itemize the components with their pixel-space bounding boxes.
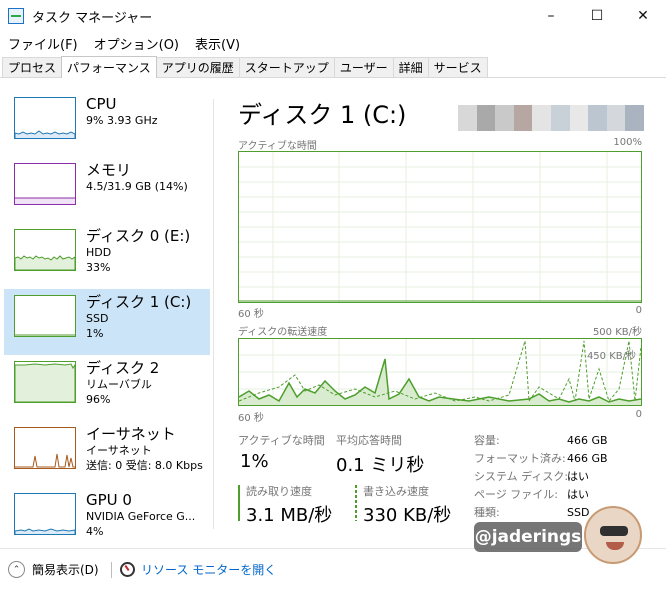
write-speed-indicator [355,485,357,521]
disk-model-blurred [458,105,644,131]
property-capacity: 容量: 466 GB [474,433,608,448]
active-time-graph-max: 100% [613,137,642,148]
transfer-rate-graph-inner-scale: 450 KB/秒 [586,351,636,362]
tab-bar: プロセス パフォーマンス アプリの履歴 スタートアップ ユーザー 詳細 サービス [0,56,666,78]
sidebar-disk1-name: ディスク 1 (C:) [86,293,192,311]
avg-response-time-value: 0.1 ミリ秒 [336,455,425,476]
active-time-value: 1% [240,451,269,472]
sidebar-memory-name: メモリ [86,161,132,179]
open-resource-monitor-link[interactable]: リソース モニターを開く [120,561,276,578]
sidebar-item-disk-2[interactable]: ディスク 2 リムーバブル 96% [4,355,210,421]
disk2-thumbnail-graph [14,361,76,403]
sidebar-disk0-usage: 33% [86,261,111,274]
transfer-rate-graph-x-right: 0 [635,409,642,420]
disk0-thumbnail-graph [14,229,76,271]
sidebar-cpu-name: CPU [86,95,117,113]
transfer-rate-graph [238,338,642,406]
active-time-graph-x-right: 0 [635,305,642,316]
performance-panel: CPU 9% 3.93 GHz メモリ 4.5/31.9 GB (14%) ディ… [0,79,666,547]
task-manager-icon [8,8,24,24]
property-page-file: ページ ファイル: はい [474,488,589,501]
sidebar-item-disk-0[interactable]: ディスク 0 (E:) HDD 33% [4,223,210,289]
disk-title: ディスク 1 (C:) [238,101,407,129]
sidebar-item-cpu[interactable]: CPU 9% 3.93 GHz [4,91,210,157]
sidebar-disk0-type: HDD [86,246,112,259]
disk-detail-pane: ディスク 1 (C:) アクティブな時間 100% 60 秒 0 ディスクの転送… [238,79,644,547]
transfer-rate-graph-label: ディスクの転送速度 [238,327,328,338]
sidebar-cpu-usage: 9% 3.93 GHz [86,114,158,127]
transfer-rate-graph-max: 500 KB/秒 [592,327,642,338]
avg-response-time-label: 平均応答時間 [336,434,402,447]
sidebar-disk1-usage: 1% [86,327,104,340]
active-time-graph [238,151,642,303]
sidebar-disk0-name: ディスク 0 (E:) [86,227,191,245]
cat-mascot-logo [584,506,642,564]
property-formatted: フォーマット済み: 466 GB [474,451,608,466]
resource-sidebar: CPU 9% 3.93 GHz メモリ 4.5/31.9 GB (14%) ディ… [4,91,210,553]
sidebar-item-gpu[interactable]: GPU 0 NVIDIA GeForce G... 4% [4,487,210,553]
watermark: @jaderings [474,506,650,576]
resource-monitor-icon [120,562,135,577]
sidebar-gpu-name: GPU 0 [86,491,132,509]
property-system-disk: システム ディスク: はい [474,470,589,483]
gpu-thumbnail-graph [14,493,76,535]
tab-performance[interactable]: パフォーマンス [61,56,157,78]
sidebar-gpu-usage: 4% [86,525,104,538]
write-speed-label: 書き込み速度 [363,485,429,498]
tab-processes[interactable]: プロセス [2,57,63,77]
minimize-button[interactable]: – [528,0,574,32]
menu-bar: ファイル(F) オプション(O) 表示(V) [0,32,666,54]
sidebar-disk2-type: リムーバブル [86,378,152,391]
active-time-graph-label: アクティブな時間 [238,141,317,152]
menu-view[interactable]: 表示(V) [187,34,248,53]
sidebar-item-disk-1[interactable]: ディスク 1 (C:) SSD 1% [4,289,210,355]
sidebar-ethernet-type: イーサネット [86,444,152,457]
fewer-details-button[interactable]: ⌃ 簡易表示(D) [8,561,99,578]
active-time-graph-x-left: 60 秒 [238,309,264,320]
read-speed-value: 3.1 MB/秒 [246,505,333,526]
title-bar: タスク マネージャー – ☐ ✕ [0,0,666,32]
sidebar-item-memory[interactable]: メモリ 4.5/31.9 GB (14%) [4,157,210,223]
window-title: タスク マネージャー [32,10,153,26]
tab-app-history[interactable]: アプリの履歴 [155,57,240,77]
disk1-thumbnail-graph [14,295,76,337]
maximize-button[interactable]: ☐ [574,0,620,32]
watermark-text: @jaderings [474,522,582,552]
transfer-rate-graph-x-left: 60 秒 [238,413,264,424]
write-speed-value: 330 KB/秒 [363,505,452,526]
tab-services[interactable]: サービス [427,57,488,77]
sidebar-ethernet-throughput: 送信: 0 受信: 8.0 Kbps [86,459,203,472]
tab-startup[interactable]: スタートアップ [238,57,335,77]
sidebar-item-ethernet[interactable]: イーサネット イーサネット 送信: 0 受信: 8.0 Kbps [4,421,210,487]
tab-users[interactable]: ユーザー [333,57,394,77]
sidebar-gpu-model: NVIDIA GeForce G... [86,510,196,523]
close-button[interactable]: ✕ [620,0,666,32]
read-speed-indicator [238,485,240,521]
sidebar-disk2-usage: 96% [86,393,111,406]
menu-file[interactable]: ファイル(F) [0,34,86,53]
sidebar-divider [213,99,214,529]
memory-thumbnail-graph [14,163,76,205]
ethernet-thumbnail-graph [14,427,76,469]
sidebar-ethernet-name: イーサネット [86,425,176,443]
read-speed-label: 読み取り速度 [246,485,312,498]
open-resource-monitor-label: リソース モニターを開く [141,563,277,577]
window-controls: – ☐ ✕ [528,0,666,32]
sidebar-memory-usage: 4.5/31.9 GB (14%) [86,180,188,193]
sidebar-disk2-name: ディスク 2 [86,359,160,377]
fewer-details-label: 簡易表示(D) [32,563,99,577]
chevron-up-icon: ⌃ [8,561,25,578]
sidebar-disk1-type: SSD [86,312,109,325]
footer-divider [111,562,112,578]
cpu-thumbnail-graph [14,97,76,139]
menu-options[interactable]: オプション(O) [86,34,187,53]
active-time-label: アクティブな時間 [238,434,325,447]
tab-details[interactable]: 詳細 [392,57,429,77]
